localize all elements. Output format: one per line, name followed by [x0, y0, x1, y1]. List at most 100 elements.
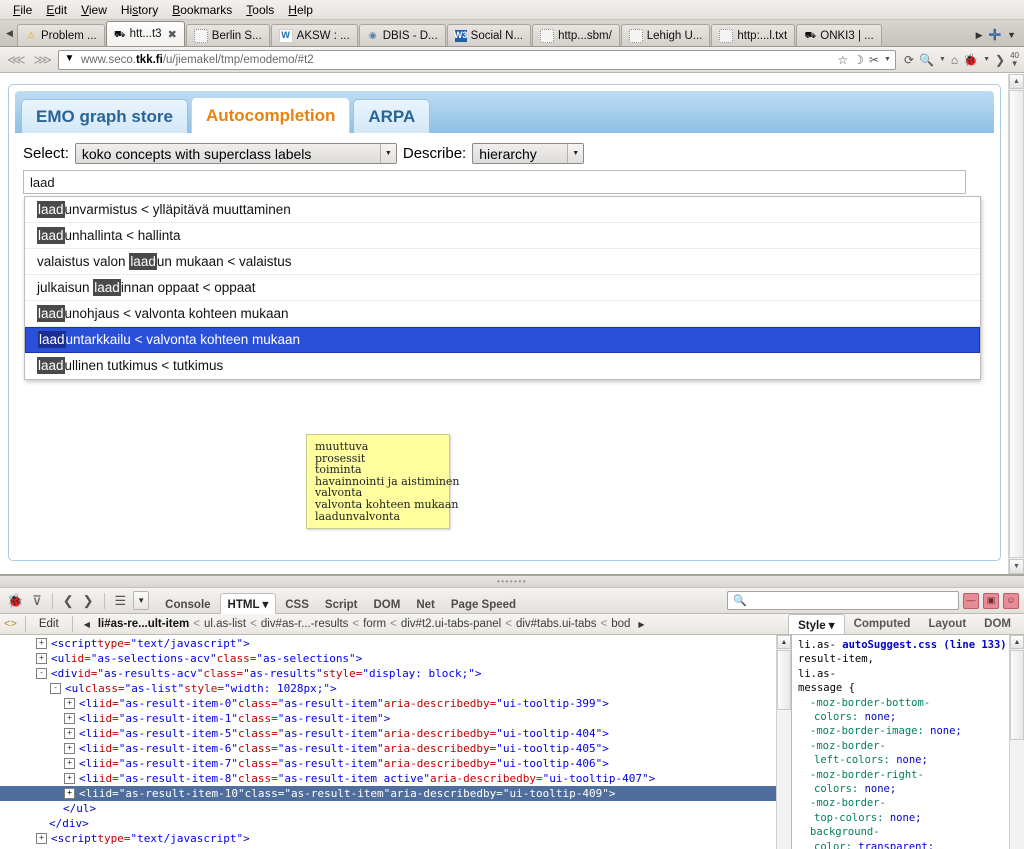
menu-item-bookmarks[interactable]: Bookmarks: [165, 2, 239, 18]
firebug-tab-html[interactable]: HTML ▾: [219, 592, 277, 614]
html-source-line[interactable]: + <script type= "text/javascript" >: [0, 831, 791, 846]
describe-dropdown[interactable]: hierarchy ▼: [472, 143, 585, 164]
scissors-icon[interactable]: ✂: [869, 53, 879, 67]
page-scrollbar-thumb[interactable]: [1009, 90, 1024, 558]
page-scrollbar[interactable]: ▲ ▼: [1008, 74, 1024, 574]
firebug-bug-icon[interactable]: 🐞: [963, 53, 978, 67]
clipboard-chevron-icon[interactable]: ▼: [884, 56, 891, 63]
autocomplete-result-item[interactable]: valaistus valon laadun mukaan < valaistu…: [25, 249, 980, 275]
app-tab-2[interactable]: ARPA: [353, 99, 431, 133]
html-source-line[interactable]: + <li id= "as-result-item-6" class= "as-res…: [0, 741, 791, 756]
html-source-line[interactable]: + <li id= "as-result-item-5" class= "as-res…: [0, 726, 791, 741]
browser-tab-0[interactable]: ⚠ Problem ...: [17, 24, 105, 46]
firebug-tab-console[interactable]: Console: [158, 596, 217, 614]
select-dropdown-chevron-down-icon[interactable]: ▼: [379, 144, 396, 163]
new-tab-icon[interactable]: ✛: [989, 26, 1002, 44]
autocomplete-result-item[interactable]: laadunhallinta < hallinta: [25, 223, 980, 249]
style-scroll-up-icon[interactable]: ▲: [1010, 635, 1024, 649]
search-icon[interactable]: 🔍: [919, 53, 934, 67]
css-declaration[interactable]: -moz-border-: [798, 739, 1020, 753]
expand-icon[interactable]: +: [64, 743, 75, 754]
expand-icon[interactable]: +: [64, 713, 75, 724]
browser-tab-3[interactable]: W AKSW : ...: [270, 24, 358, 46]
html-source-line[interactable]: </ul>: [0, 801, 791, 816]
app-tab-1[interactable]: Autocompletion: [190, 97, 351, 133]
search-input[interactable]: laad: [23, 170, 966, 194]
html-panel-scrollbar[interactable]: ▲ ▼: [776, 635, 791, 849]
html-source-line[interactable]: + <li id= "as-result-item-8" class= "as-res…: [0, 771, 791, 786]
html-scrollbar-thumb[interactable]: [777, 650, 791, 710]
reload-icon[interactable]: ⟳: [904, 53, 914, 67]
describe-dropdown-chevron-down-icon[interactable]: ▼: [567, 144, 584, 163]
breadcrumb-item[interactable]: bod: [611, 618, 630, 630]
tab-list-chevron-down-icon[interactable]: ▼: [1007, 30, 1016, 40]
menu-item-view[interactable]: View: [74, 2, 114, 18]
html-source-line[interactable]: + <li id= "as-result-item-10" class= "as-re…: [0, 786, 791, 801]
inspect-element-icon[interactable]: ⊽: [30, 593, 44, 609]
firebug-tab-css[interactable]: CSS: [278, 596, 316, 614]
tab-scroll-left-button[interactable]: ◀: [2, 21, 17, 46]
css-declaration[interactable]: -moz-border-bottom-: [798, 696, 1020, 710]
html-source-line[interactable]: - <ul class= "as-list" style= "width: 1028p…: [0, 681, 791, 696]
firebug-chevron-down-icon[interactable]: ▼: [983, 56, 990, 63]
browser-tab-5[interactable]: W3 Social N...: [446, 24, 532, 46]
history-back-icon[interactable]: ❮: [61, 593, 76, 609]
menu-item-edit[interactable]: Edit: [39, 2, 74, 18]
browser-tab-8[interactable]: http:...l.txt: [711, 24, 796, 46]
edit-button[interactable]: Edit: [34, 618, 64, 630]
firebug-tab-dom[interactable]: DOM: [367, 596, 408, 614]
html-source-line[interactable]: </div>: [0, 816, 791, 831]
overflow-chevron-icon[interactable]: ❯: [995, 53, 1005, 67]
firebug-splitter-handle[interactable]: •••••••: [0, 576, 1024, 588]
firebug-menu-icon[interactable]: ☰: [113, 593, 129, 609]
breadcrumb-scroll-left-icon[interactable]: ◀: [81, 620, 93, 629]
menu-item-history[interactable]: History: [114, 2, 165, 18]
breadcrumb-item[interactable]: ul.as-list: [204, 618, 246, 630]
html-source-line[interactable]: + <ul id= "as-selections-acv" class= "as-se…: [0, 651, 791, 666]
firebug-side-tab-layout[interactable]: Layout: [919, 615, 975, 633]
html-source-line[interactable]: - <div id= "as-results-acv" class= "as-resu…: [0, 666, 791, 681]
style-scrollbar-thumb[interactable]: [1010, 650, 1024, 740]
breadcrumb-scroll-right-icon[interactable]: ▶: [635, 620, 647, 629]
breadcrumb-item[interactable]: div#tabs.ui-tabs: [516, 618, 597, 630]
css-declaration[interactable]: background-: [798, 825, 1020, 839]
close-icon[interactable]: ✖: [168, 28, 177, 41]
html-source-line[interactable]: + <li id= "as-result-item-7" class= "as-res…: [0, 756, 791, 771]
source-code-icon[interactable]: <>: [4, 618, 17, 630]
page-scroll-up-icon[interactable]: ▲: [1009, 74, 1024, 89]
css-declaration[interactable]: -moz-border-image: none;: [798, 724, 1020, 738]
firebug-side-tab-dom[interactable]: DOM: [975, 615, 1020, 633]
style-panel-scrollbar[interactable]: ▲ ▼: [1009, 635, 1024, 849]
breadcrumb-item[interactable]: div#t2.ui-tabs-panel: [401, 618, 501, 630]
browser-tab-1[interactable]: ⛟ htt...t3 ✖: [105, 21, 185, 46]
forward-icon[interactable]: ⋙: [32, 52, 55, 68]
html-scroll-up-icon[interactable]: ▲: [777, 635, 791, 649]
firebug-bug-icon[interactable]: 🐞: [5, 593, 25, 609]
browser-tab-6[interactable]: http...sbm/: [532, 24, 620, 46]
url-bar[interactable]: ▼ www.seco.tkk.fi/u/jiemakel/tmp/emodemo…: [58, 49, 896, 70]
tab-scroll-right-icon[interactable]: ▶: [976, 30, 983, 41]
search-chevron-down-icon[interactable]: ▼: [939, 56, 946, 63]
firebug-menu-chevron-down-icon[interactable]: ▼: [133, 591, 150, 610]
firebug-tab-script[interactable]: Script: [318, 596, 365, 614]
firebug-search-input[interactable]: 🔍: [727, 591, 959, 610]
expand-icon[interactable]: +: [64, 788, 75, 799]
menu-item-tools[interactable]: Tools: [239, 2, 281, 18]
autocomplete-result-item[interactable]: laaduntarkkailu < valvonta kohteen mukaa…: [25, 327, 980, 353]
firebug-side-tab-computed[interactable]: Computed: [845, 615, 920, 633]
autocomplete-result-item[interactable]: laadullinen tutkimus < tutkimus: [25, 353, 980, 379]
expand-icon[interactable]: +: [64, 758, 75, 769]
html-source-line[interactable]: + <script type= "text/javascript" >: [0, 636, 791, 651]
expand-icon[interactable]: +: [64, 728, 75, 739]
back-icon[interactable]: ⋘: [5, 52, 28, 68]
firebug-tab-page-speed[interactable]: Page Speed: [444, 596, 523, 614]
breadcrumb-item[interactable]: div#as-r...-results: [261, 618, 349, 630]
menu-item-help[interactable]: Help: [281, 2, 320, 18]
autocomplete-result-item[interactable]: laadunvarmistus < ylläpitävä muuttaminen: [25, 197, 980, 223]
expand-icon[interactable]: +: [36, 833, 47, 844]
breadcrumb-item[interactable]: form: [363, 618, 386, 630]
browser-tab-7[interactable]: Lehigh U...: [620, 24, 711, 46]
browser-tab-2[interactable]: Berlin S...: [185, 24, 270, 46]
expand-icon[interactable]: +: [64, 698, 75, 709]
history-forward-icon[interactable]: ❯: [81, 593, 96, 609]
